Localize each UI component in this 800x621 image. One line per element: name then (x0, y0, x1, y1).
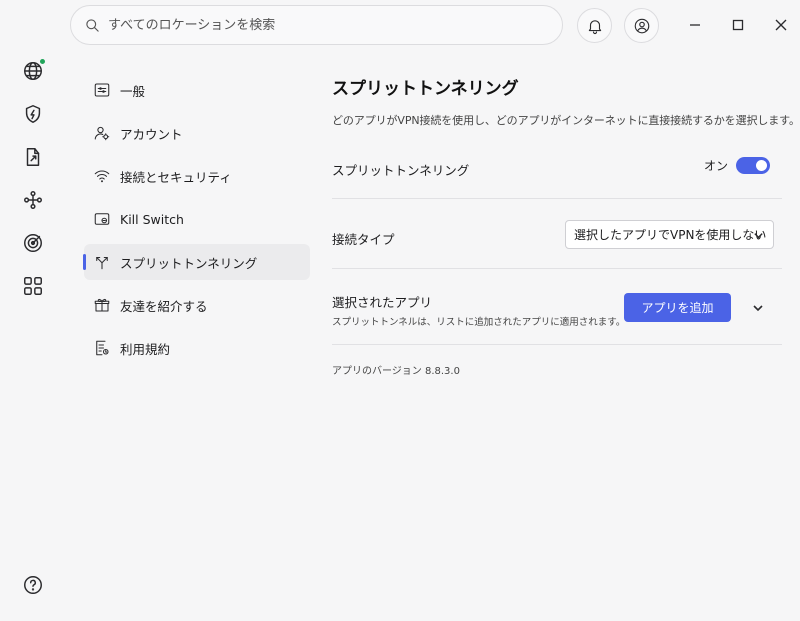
page-description: どのアプリがVPN接続を使用し、どのアプリがインターネットに直接接続するかを選択… (332, 114, 800, 127)
maximize-icon (732, 19, 744, 31)
split-tunneling-toggle-group: オン (704, 157, 770, 174)
settings-nav: 一般 アカウント 接続とセキュリティ Kill Switch スプリットトンネリ… (83, 72, 310, 373)
sliders-icon (94, 83, 110, 97)
maximize-button[interactable] (727, 14, 749, 36)
minimize-button[interactable] (684, 14, 706, 36)
toggle-knob (756, 160, 767, 171)
connection-type-value: 選択したアプリでVPNを使用しない (574, 228, 767, 242)
nav-item-general[interactable]: 一般 (84, 72, 310, 108)
shield-bolt-icon[interactable] (21, 102, 45, 126)
nav-item-terms[interactable]: 利用規約 (84, 330, 310, 366)
selected-apps-label: 選択されたアプリ (332, 295, 433, 310)
nav-label: スプリットトンネリング (120, 255, 258, 271)
user-icon (634, 18, 649, 33)
profile-button[interactable] (624, 8, 659, 43)
nav-label: 接続とセキュリティ (120, 169, 232, 185)
search-bar[interactable] (70, 5, 563, 45)
split-tunneling-toggle[interactable] (736, 157, 770, 174)
connection-type-label: 接続タイプ (332, 232, 395, 247)
nav-label: 友達を紹介する (120, 298, 208, 314)
icon-rail (0, 0, 66, 621)
mesh-network-icon[interactable] (21, 188, 45, 212)
minimize-icon (690, 24, 700, 26)
search-icon (86, 18, 99, 32)
nav-label: Kill Switch (120, 211, 184, 227)
chevron-down-icon (754, 233, 763, 239)
page-title: スプリットトンネリング (332, 79, 519, 99)
divider (332, 344, 782, 345)
file-share-icon[interactable] (21, 145, 45, 169)
gift-icon (94, 298, 110, 312)
globe-icon[interactable] (21, 58, 46, 83)
split-tunneling-panel: スプリットトンネリング どのアプリがVPN接続を使用し、どのアプリがインターネッ… (332, 74, 800, 377)
kill-switch-icon (94, 213, 110, 225)
nav-label: 利用規約 (120, 341, 171, 357)
notifications-button[interactable] (577, 8, 612, 43)
document-icon (96, 340, 109, 356)
apps-grid-icon[interactable] (21, 274, 45, 298)
nav-item-kill-switch[interactable]: Kill Switch (84, 201, 310, 237)
selected-apps-text: 選択されたアプリ スプリットトンネルは、リストに追加されたアプリに適用されます。 (332, 292, 625, 328)
close-icon (775, 19, 787, 31)
target-icon[interactable] (21, 231, 45, 255)
split-tunneling-label: スプリットトンネリング (332, 163, 470, 178)
close-button[interactable] (770, 14, 792, 36)
bell-icon (588, 19, 601, 34)
help-icon[interactable] (21, 573, 45, 597)
divider (332, 268, 782, 269)
nav-item-split-tunneling[interactable]: スプリットトンネリング (83, 244, 310, 280)
wifi-icon (94, 170, 110, 183)
expand-apps-button[interactable] (750, 300, 766, 316)
nav-label: アカウント (120, 126, 183, 142)
connection-type-select[interactable]: 選択したアプリでVPNを使用しない (565, 220, 774, 249)
user-gear-icon (94, 126, 110, 141)
chevron-down-icon (753, 305, 763, 312)
split-arrows-icon (96, 256, 108, 270)
search-input[interactable] (108, 17, 548, 33)
add-app-button[interactable]: アプリを追加 (624, 293, 731, 322)
nav-item-connection-security[interactable]: 接続とセキュリティ (84, 158, 310, 194)
divider (332, 198, 782, 199)
selected-apps-sublabel: スプリットトンネルは、リストに追加されたアプリに適用されます。 (332, 317, 626, 328)
online-status-dot (39, 58, 46, 65)
nav-item-refer-friend[interactable]: 友達を紹介する (84, 287, 310, 323)
nav-item-account[interactable]: アカウント (84, 115, 310, 151)
nav-label: 一般 (120, 83, 146, 99)
app-version: アプリのバージョン 8.8.3.0 (332, 366, 460, 377)
app-window: 一般 アカウント 接続とセキュリティ Kill Switch スプリットトンネリ… (0, 0, 800, 621)
toggle-state-label: オン (703, 159, 728, 173)
